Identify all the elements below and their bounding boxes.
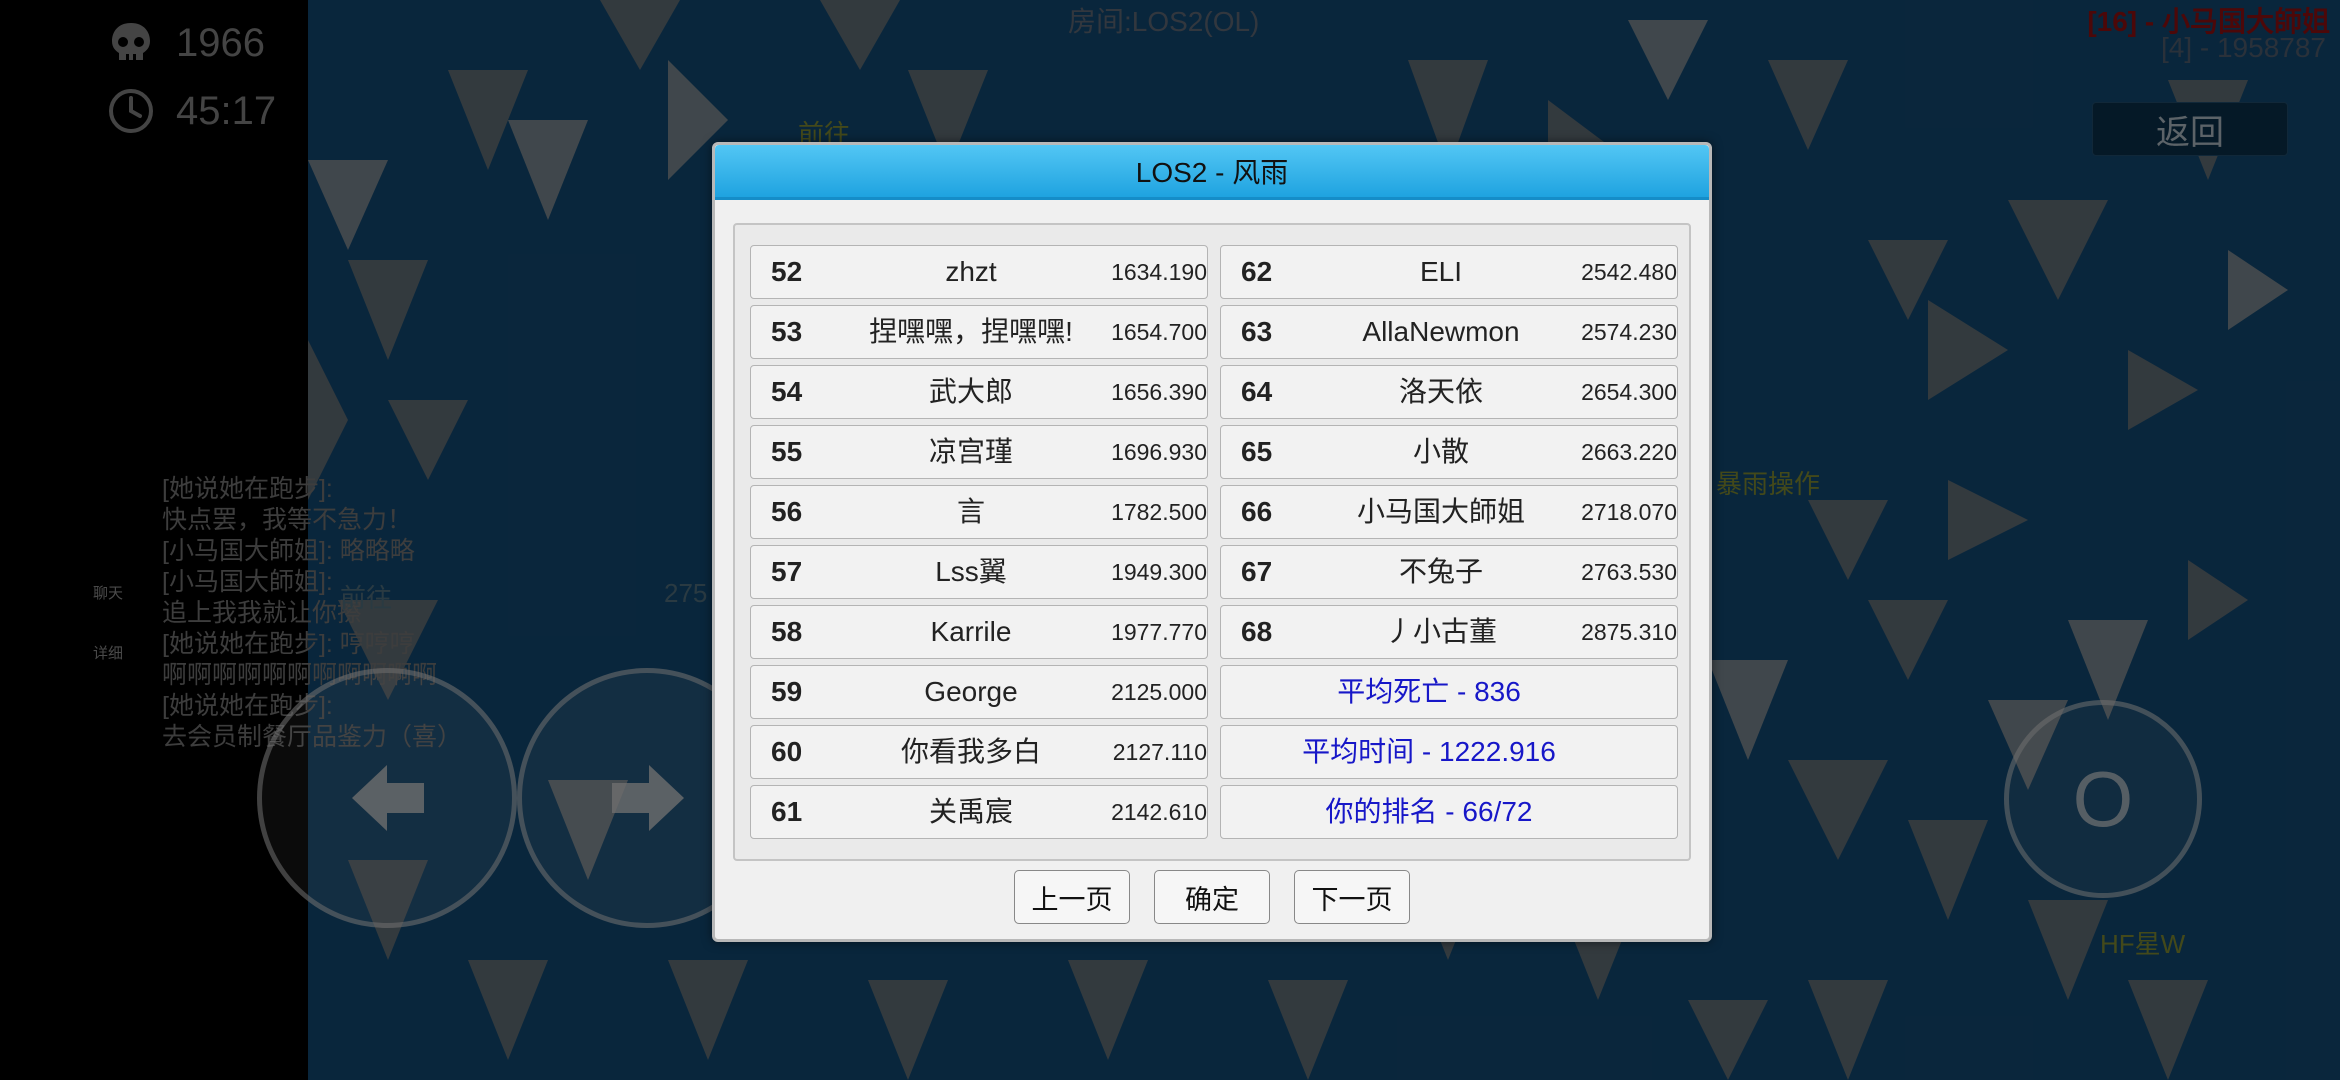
rank-number: 66 — [1241, 496, 1273, 527]
player-name: 你看我多白 — [900, 736, 1041, 767]
player-score: 2574.230 — [1581, 319, 1677, 345]
leaderboard-row: 58 Karrile 1977.770 — [750, 605, 1208, 659]
player-score: 2875.310 — [1581, 619, 1677, 645]
player-name: 不兔子 — [1398, 556, 1483, 587]
player-score: 2718.070 — [1581, 499, 1677, 525]
leaderboard-row: 68 丿小古董 2875.310 — [1220, 605, 1678, 659]
rank-number: 64 — [1241, 376, 1273, 407]
rank-number: 52 — [771, 256, 803, 287]
player-score: 2654.300 — [1581, 379, 1677, 405]
player-score: 1977.770 — [1111, 619, 1207, 645]
player-name: 凉宫瑾 — [928, 436, 1013, 467]
player-name: AllaNewmon — [1362, 316, 1520, 347]
leaderboard-left-column: 52 zhzt 1634.190 53 捏嘿嘿，捏嘿嘿! 1654.700 54 武大郎 165… — [750, 245, 1208, 845]
leaderboard-row: 59 George 2125.000 — [750, 665, 1208, 719]
player-name: zhzt — [945, 256, 997, 287]
player-name: 丿小古董 — [1384, 616, 1497, 647]
rank-number: 62 — [1241, 256, 1273, 287]
player-name: George — [924, 676, 1018, 707]
player-score: 2127.110 — [1112, 739, 1207, 765]
player-score: 2663.220 — [1581, 439, 1677, 465]
rank-number: 53 — [771, 316, 803, 347]
rank-number: 65 — [1241, 436, 1273, 467]
leaderboard-row: 53 捏嘿嘿，捏嘿嘿! 1654.700 — [750, 305, 1208, 359]
player-score: 1656.390 — [1111, 379, 1207, 405]
player-score: 2763.530 — [1581, 559, 1677, 585]
leaderboard-dialog: LOS2 - 风雨 52 zhzt 1634.190 53 捏嘿嘿，捏嘿嘿! 1654.7… — [712, 142, 1712, 942]
player-name: 小马国大師姐 — [1356, 496, 1525, 527]
player-score: 2542.480 — [1581, 259, 1677, 285]
prev-page-button[interactable]: 上一页 — [1014, 870, 1130, 924]
next-page-button[interactable]: 下一页 — [1294, 870, 1410, 924]
rank-number: 67 — [1241, 556, 1273, 587]
leaderboard-panel: 52 zhzt 1634.190 53 捏嘿嘿，捏嘿嘿! 1654.700 54 武大郎 165… — [733, 223, 1691, 861]
player-score: 1696.930 — [1111, 439, 1207, 465]
dialog-title: LOS2 - 风雨 — [715, 145, 1709, 200]
rank-number: 60 — [771, 736, 803, 767]
player-score: 2142.610 — [1111, 799, 1207, 825]
rank-number: 56 — [771, 496, 803, 527]
leaderboard-row: 63 AllaNewmon 2574.230 — [1220, 305, 1678, 359]
leaderboard-row: 62 ELI 2542.480 — [1220, 245, 1678, 299]
player-name: 洛天依 — [1398, 376, 1483, 407]
rank-number: 55 — [771, 436, 803, 467]
leaderboard-row: 67 不兔子 2763.530 — [1220, 545, 1678, 599]
player-score: 1654.700 — [1111, 319, 1207, 345]
leaderboard-row: 57 Lss翼 1949.300 — [750, 545, 1208, 599]
player-score: 1949.300 — [1111, 559, 1207, 585]
player-name: 关禹宸 — [928, 796, 1013, 827]
leaderboard-row: 54 武大郎 1656.390 — [750, 365, 1208, 419]
stat-row: 平均时间 - 1222.916 — [1220, 725, 1678, 779]
stat-row: 平均死亡 - 836 — [1220, 665, 1678, 719]
player-name: 小散 — [1412, 436, 1469, 467]
player-name: ELI — [1419, 256, 1463, 287]
rank-number: 58 — [771, 616, 803, 647]
leaderboard-row: 66 小马国大師姐 2718.070 — [1220, 485, 1678, 539]
rank-number: 54 — [771, 376, 803, 407]
confirm-button[interactable]: 确定 — [1154, 870, 1270, 924]
leaderboard-row: 52 zhzt 1634.190 — [750, 245, 1208, 299]
player-name: 武大郎 — [928, 376, 1013, 407]
leaderboard-right-column: 62 ELI 2542.480 63 AllaNewmon 2574.230 64 洛天依 26… — [1220, 245, 1678, 845]
player-name: Lss翼 — [935, 556, 1007, 587]
rank-number: 68 — [1241, 616, 1273, 647]
rank-number: 61 — [771, 796, 803, 827]
rank-number: 63 — [1241, 316, 1273, 347]
player-name: 捏嘿嘿，捏嘿嘿! — [869, 316, 1073, 347]
leaderboard-row: 61 关禹宸 2142.610 — [750, 785, 1208, 839]
leaderboard-row: 65 小散 2663.220 — [1220, 425, 1678, 479]
rank-number: 57 — [771, 556, 803, 587]
player-name: 言 — [956, 496, 985, 527]
leaderboard-row: 64 洛天依 2654.300 — [1220, 365, 1678, 419]
leaderboard-row: 60 你看我多白 2127.110 — [750, 725, 1208, 779]
player-score: 1634.190 — [1111, 259, 1207, 285]
stat-row: 你的排名 - 66/72 — [1220, 785, 1678, 839]
player-score: 1782.500 — [1111, 499, 1207, 525]
player-score: 2125.000 — [1111, 679, 1207, 705]
leaderboard-row: 56 言 1782.500 — [750, 485, 1208, 539]
rank-number: 59 — [771, 676, 803, 707]
player-name: Karrile — [930, 616, 1012, 647]
leaderboard-row: 55 凉宫瑾 1696.930 — [750, 425, 1208, 479]
